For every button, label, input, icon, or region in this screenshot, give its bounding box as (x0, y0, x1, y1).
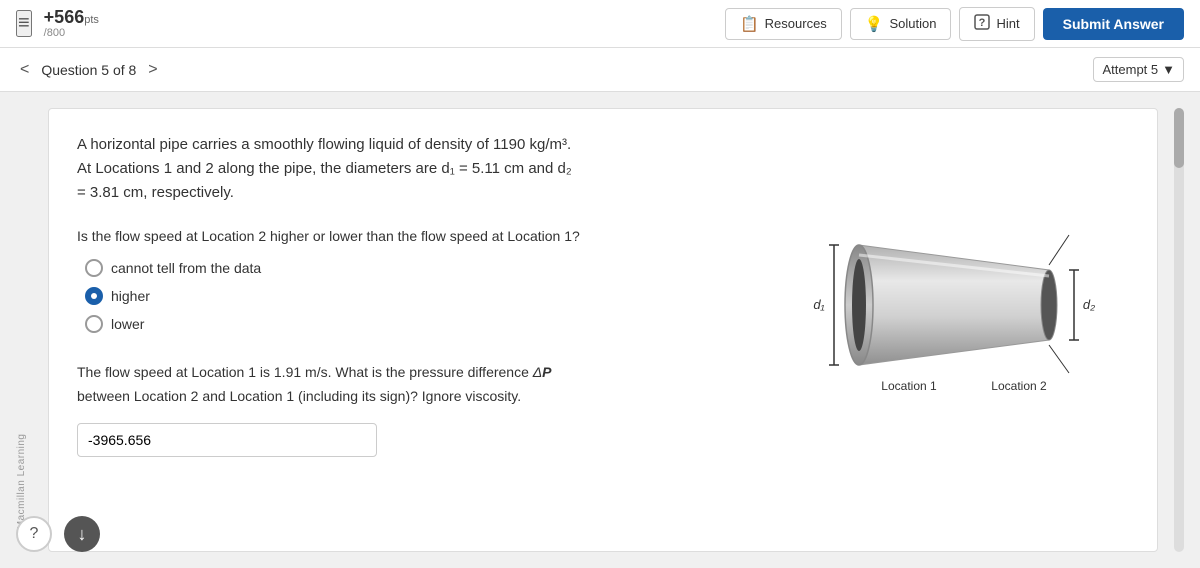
top-bar-right: 📋 Resources 💡 Solution ? Hint Submit Ans… (725, 7, 1184, 41)
question-text: A horizontal pipe carries a smoothly flo… (77, 133, 577, 205)
top-bar: ≡ +566pts /800 📋 Resources 💡 Solution ? … (0, 0, 1200, 48)
scroll-thumb[interactable] (1174, 108, 1184, 168)
content-panel: A horizontal pipe carries a smoothly flo… (48, 108, 1158, 552)
resources-button[interactable]: 📋 Resources (725, 8, 842, 40)
option-cannot-tell-label: cannot tell from the data (111, 260, 261, 276)
hint-icon: ? (974, 14, 990, 34)
option-higher-label: higher (111, 288, 150, 304)
radio-higher[interactable] (85, 287, 103, 305)
question-label: Question 5 of 8 (41, 62, 136, 78)
chevron-down-icon: ▼ (1162, 62, 1175, 77)
submit-button[interactable]: Submit Answer (1043, 8, 1184, 40)
solution-icon: 💡 (865, 15, 884, 33)
radio-cannot-tell[interactable] (85, 259, 103, 277)
pts-label: pts (84, 14, 99, 26)
next-arrow-icon: > (148, 61, 157, 78)
part1-question: Is the flow speed at Location 2 higher o… (77, 225, 745, 247)
location2-label: Location 2 (991, 379, 1047, 393)
points-main: +566pts (44, 8, 99, 28)
download-button[interactable]: ↓ (64, 516, 100, 552)
radio-lower[interactable] (85, 315, 103, 333)
scroll-rail[interactable] (1174, 108, 1184, 552)
question-bar: < Question 5 of 8 > Attempt 5 ▼ (0, 48, 1200, 92)
submit-label: Submit Answer (1063, 16, 1164, 32)
resources-icon: 📋 (740, 15, 759, 33)
attempt-dropdown[interactable]: Attempt 5 ▼ (1093, 57, 1184, 82)
question-content: A horizontal pipe carries a smoothly flo… (77, 133, 745, 477)
question-part2: The flow speed at Location 1 is 1.91 m/s… (77, 361, 745, 457)
part2-text: The flow speed at Location 1 is 1.91 m/s… (77, 361, 577, 409)
option-lower[interactable]: lower (85, 315, 745, 333)
pipe-diagram: d₁ d₂ Location 1 Location 2 (779, 205, 1119, 405)
help-button[interactable]: ? (16, 516, 52, 552)
attempt-label: Attempt 5 (1102, 62, 1158, 77)
points-denom: /800 (44, 27, 99, 39)
d2-label: d₂ (1083, 297, 1095, 312)
next-question-button[interactable]: > (144, 57, 161, 83)
watermark: © Macmillan Learning (16, 108, 32, 552)
prev-arrow-icon: < (20, 61, 29, 78)
svg-text:?: ? (979, 17, 986, 29)
attempt-area: Attempt 5 ▼ (1093, 57, 1184, 82)
location1-label: Location 1 (881, 379, 937, 393)
hint-label: Hint (996, 16, 1019, 31)
answer-input[interactable] (77, 423, 377, 457)
help-icon: ? (30, 525, 39, 543)
solution-label: Solution (890, 16, 937, 31)
radio-group: cannot tell from the data higher lower (85, 259, 745, 333)
points-display: +566pts /800 (44, 8, 99, 40)
option-higher[interactable]: higher (85, 287, 745, 305)
question-nav: < Question 5 of 8 > (16, 57, 162, 83)
solution-button[interactable]: 💡 Solution (850, 8, 952, 40)
diagram-area: d₁ d₂ Location 1 Location 2 (769, 133, 1129, 477)
d1-label: d₁ (813, 297, 824, 312)
hint-button[interactable]: ? Hint (959, 7, 1034, 41)
prev-question-button[interactable]: < (16, 57, 33, 83)
resources-label: Resources (765, 16, 827, 31)
hamburger-button[interactable]: ≡ (16, 10, 32, 37)
download-icon: ↓ (78, 524, 87, 545)
top-bar-left: ≡ +566pts /800 (16, 8, 99, 40)
points-value: +566 (44, 7, 85, 27)
hamburger-icon: ≡ (18, 12, 30, 34)
option-cannot-tell[interactable]: cannot tell from the data (85, 259, 745, 277)
option-lower-label: lower (111, 316, 144, 332)
main-content: © Macmillan Learning A horizontal pipe c… (0, 92, 1200, 568)
question-part1: Is the flow speed at Location 2 higher o… (77, 225, 745, 333)
bottom-buttons: ? ↓ (16, 516, 100, 552)
